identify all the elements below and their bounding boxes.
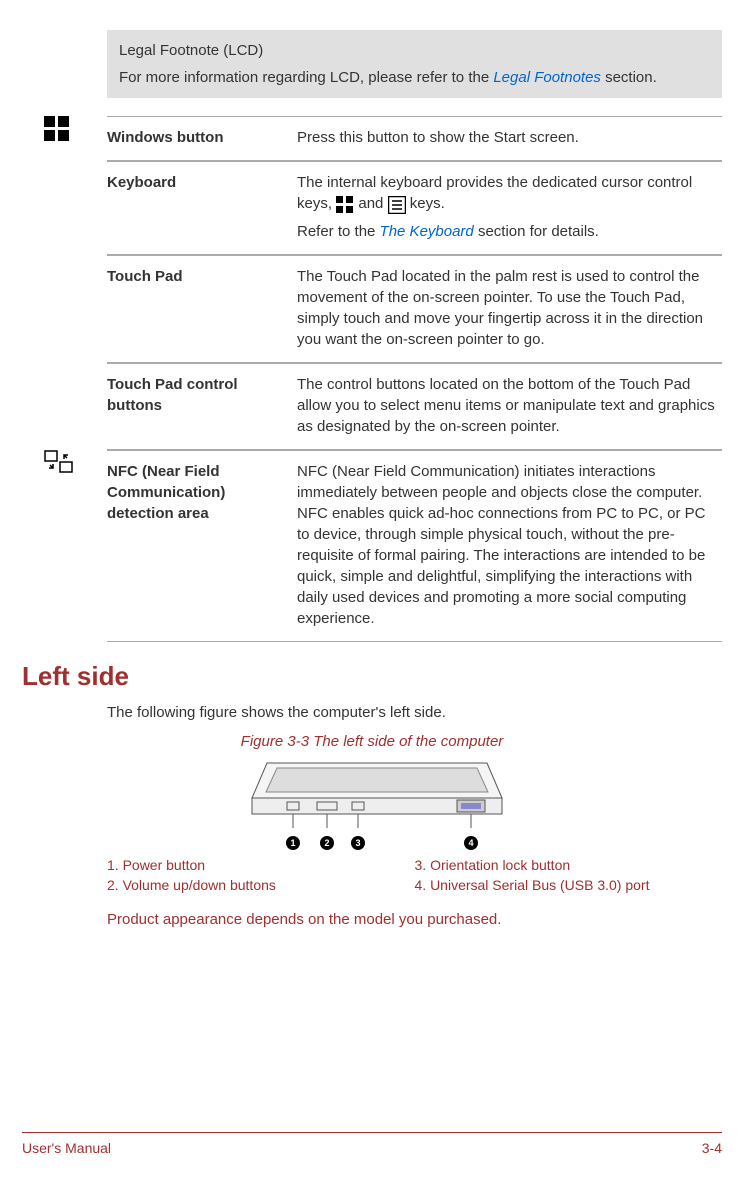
legend-2: 2. Volume up/down buttons	[107, 876, 415, 896]
keyboard-refer-after: section for details.	[474, 223, 599, 240]
nfc-row: NFC (Near Field Communication) detection…	[107, 450, 722, 642]
menu-key-icon	[388, 194, 406, 215]
badge-4: 4	[464, 836, 478, 850]
touchpad-buttons-row: Touch Pad control buttons The control bu…	[107, 363, 722, 450]
keyboard-row: Keyboard The internal keyboard provides …	[107, 161, 722, 255]
the-keyboard-link[interactable]: The Keyboard	[380, 223, 474, 240]
windows-key-icon	[336, 194, 354, 215]
model-note: Product appearance depends on the model …	[107, 909, 722, 930]
desc-keyboard: The internal keyboard provides the dedic…	[297, 172, 722, 242]
legal-footnote-callout: Legal Footnote (LCD) For more informatio…	[107, 30, 722, 98]
legal-footnotes-link[interactable]: Legal Footnotes	[493, 69, 601, 86]
windows-button-row: Windows button Press this button to show…	[107, 116, 722, 161]
keyboard-desc-before: The internal keyboard provides the dedic…	[297, 174, 692, 212]
figure-caption: Figure 3-3 The left side of the computer	[22, 731, 722, 752]
desc-nfc: NFC (Near Field Communication) initiates…	[297, 461, 722, 629]
term-touchpad-buttons: Touch Pad control buttons	[107, 374, 297, 437]
badge-1: 1	[286, 836, 300, 850]
legend-4: 4. Universal Serial Bus (USB 3.0) port	[415, 876, 723, 896]
keyboard-desc-after: keys.	[410, 195, 445, 212]
legend-3: 3. Orientation lock button	[415, 856, 723, 876]
left-side-heading: Left side	[22, 658, 722, 694]
left-side-intro: The following figure shows the computer'…	[107, 702, 722, 723]
legend-1: 1. Power button	[107, 856, 415, 876]
page-footer: User's Manual 3-4	[22, 1132, 722, 1159]
callout-body: For more information regarding LCD, plea…	[119, 67, 710, 88]
figure-left-side: 1 2 3 4	[22, 758, 722, 850]
badge-2: 2	[320, 836, 334, 850]
term-keyboard: Keyboard	[107, 172, 297, 242]
keyboard-desc-mid: and	[358, 195, 387, 212]
windows-icon	[44, 116, 94, 148]
callout-title: Legal Footnote (LCD)	[119, 40, 710, 61]
footer-right: 3-4	[702, 1139, 722, 1159]
definition-table: Windows button Press this button to show…	[22, 116, 722, 642]
callout-text-before: For more information regarding LCD, plea…	[119, 69, 493, 86]
figure-legend: 1. Power button 2. Volume up/down button…	[107, 856, 722, 895]
term-windows-button: Windows button	[107, 127, 297, 148]
term-touchpad: Touch Pad	[107, 266, 297, 350]
callout-text-after: section.	[601, 69, 657, 86]
keyboard-refer-before: Refer to the	[297, 223, 380, 240]
term-nfc: NFC (Near Field Communication) detection…	[107, 461, 297, 629]
badge-3: 3	[351, 836, 365, 850]
footer-left: User's Manual	[22, 1139, 111, 1159]
nfc-icon	[44, 450, 94, 480]
desc-windows-button: Press this button to show the Start scre…	[297, 127, 722, 148]
touchpad-row: Touch Pad The Touch Pad located in the p…	[107, 255, 722, 363]
desc-touchpad: The Touch Pad located in the palm rest i…	[297, 266, 722, 350]
desc-touchpad-buttons: The control buttons located on the botto…	[297, 374, 722, 437]
